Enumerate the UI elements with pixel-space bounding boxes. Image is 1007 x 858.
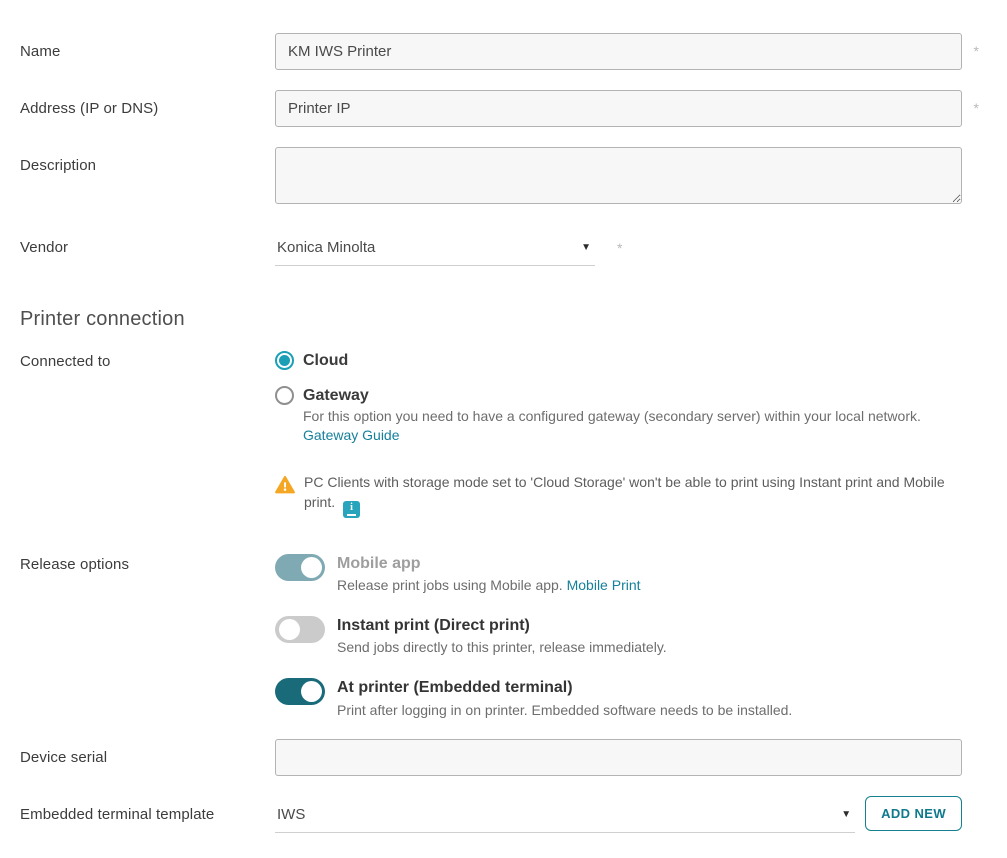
device-serial-label: Device serial: [20, 739, 275, 766]
at-printer-description: Print after logging in on printer. Embed…: [337, 701, 792, 720]
radio-gateway-label: Gateway: [303, 387, 369, 405]
description-row: Description: [20, 147, 982, 209]
release-options-label: Release options: [20, 554, 275, 573]
cloud-storage-warning: PC Clients with storage mode set to 'Clo…: [275, 472, 962, 519]
description-textarea[interactable]: [275, 147, 962, 204]
radio-cloud[interactable]: [275, 351, 294, 370]
toggle-row-instant-print: Instant print (Direct print) Send jobs d…: [275, 616, 962, 657]
gateway-description: For this option you need to have a confi…: [303, 407, 962, 446]
embedded-terminal-label: Embedded terminal template: [20, 796, 275, 823]
connected-to-label: Connected to: [20, 351, 275, 370]
required-asterisk: *: [974, 43, 979, 59]
release-options-row: Release options Mobile app Release print…: [20, 554, 982, 719]
warning-text: PC Clients with storage mode set to 'Clo…: [304, 472, 959, 519]
warning-icon: [275, 475, 295, 499]
embedded-terminal-row: Embedded terminal template IWS ▼ ADD NEW: [20, 796, 982, 833]
at-printer-toggle[interactable]: [275, 678, 325, 705]
required-asterisk: *: [974, 100, 979, 116]
radio-gateway[interactable]: [275, 386, 294, 405]
name-row: Name *: [20, 33, 982, 70]
name-input[interactable]: [275, 33, 962, 70]
printer-connection-heading: Printer connection: [20, 308, 982, 331]
toggle-row-mobile-app: Mobile app Release print jobs using Mobi…: [275, 554, 962, 595]
mobile-app-toggle[interactable]: [275, 554, 325, 581]
vendor-select[interactable]: Konica Minolta ▼: [275, 229, 595, 266]
info-icon[interactable]: i: [343, 501, 360, 518]
radio-cloud-label: Cloud: [303, 352, 348, 370]
required-asterisk: *: [617, 240, 622, 256]
address-row: Address (IP or DNS) *: [20, 90, 982, 127]
device-serial-input[interactable]: [275, 739, 962, 776]
address-label: Address (IP or DNS): [20, 90, 275, 117]
instant-print-toggle[interactable]: [275, 616, 325, 643]
chevron-down-icon: ▼: [841, 809, 851, 820]
device-serial-row: Device serial: [20, 739, 982, 776]
description-label: Description: [20, 147, 275, 174]
radio-option-cloud[interactable]: Cloud: [275, 351, 962, 370]
mobile-app-description: Release print jobs using Mobile app. Mob…: [337, 576, 641, 595]
gateway-guide-link[interactable]: Gateway Guide: [303, 427, 400, 443]
embedded-terminal-select-value: IWS: [277, 806, 305, 823]
mobile-app-label: Mobile app: [337, 554, 641, 573]
chevron-down-icon: ▼: [581, 242, 591, 253]
vendor-label: Vendor: [20, 229, 275, 256]
add-new-button[interactable]: ADD NEW: [865, 796, 962, 831]
name-label: Name: [20, 33, 275, 60]
at-printer-label: At printer (Embedded terminal): [337, 678, 792, 697]
instant-print-description: Send jobs directly to this printer, rele…: [337, 638, 667, 657]
vendor-select-value: Konica Minolta: [277, 239, 375, 256]
mobile-print-link[interactable]: Mobile Print: [567, 577, 641, 593]
toggle-row-at-printer: At printer (Embedded terminal) Print aft…: [275, 678, 962, 719]
printer-edit-form: Name * Address (IP or DNS) * Description…: [0, 0, 1007, 833]
gateway-description-text: For this option you need to have a confi…: [303, 408, 921, 424]
address-input[interactable]: [275, 90, 962, 127]
radio-option-gateway[interactable]: Gateway: [275, 386, 962, 405]
instant-print-label: Instant print (Direct print): [337, 616, 667, 635]
embedded-terminal-select[interactable]: IWS ▼: [275, 796, 855, 833]
connected-to-row: Connected to Cloud Gateway For this opti…: [20, 351, 982, 518]
vendor-row: Vendor Konica Minolta ▼ *: [20, 229, 982, 266]
